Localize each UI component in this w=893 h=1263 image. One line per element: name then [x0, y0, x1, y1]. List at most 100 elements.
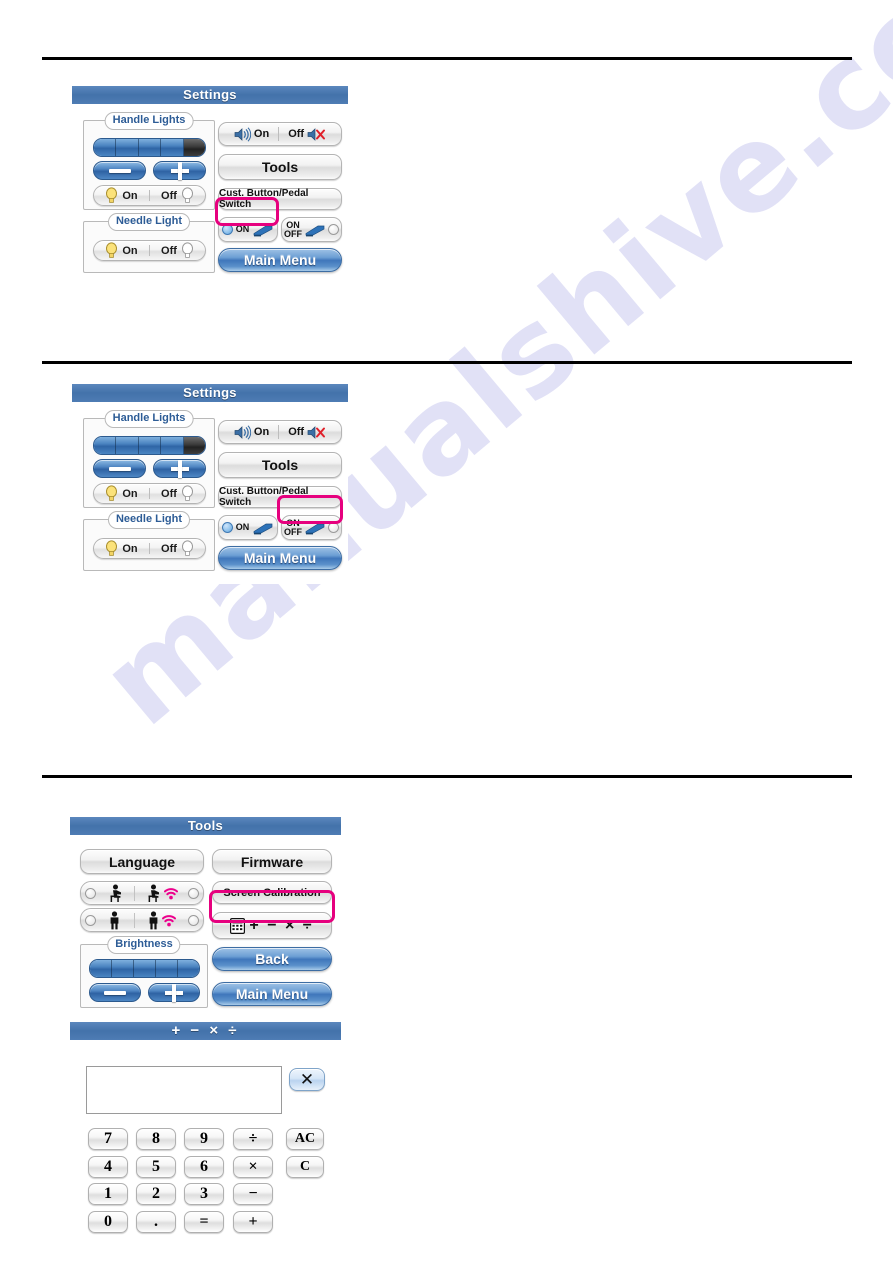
needle-light-on-label-1: On — [122, 244, 138, 257]
tools-main-menu-button[interactable]: Main Menu — [212, 982, 332, 1006]
posture-standing-row[interactable] — [80, 908, 204, 932]
key-equals[interactable]: = — [184, 1211, 224, 1233]
brightness-group: Brightness — [80, 936, 208, 1008]
sound-onoff-button-2[interactable]: On Off — [218, 420, 342, 444]
wireless-signal-icon — [164, 887, 179, 899]
needle-light-off-label-1: Off — [161, 244, 177, 257]
foot-pedal-icon — [253, 523, 273, 534]
bulb-off-icon — [181, 540, 193, 556]
key-multiply[interactable]: × — [233, 1156, 273, 1178]
handle-lights-on-half-1[interactable]: On — [94, 186, 149, 205]
needle-light-onoff-capsule-2[interactable]: On Off — [93, 538, 206, 559]
key-7[interactable]: 7 — [88, 1128, 128, 1150]
handle-lights-legend-2: Handle Lights — [104, 410, 194, 428]
key-2[interactable]: 2 — [136, 1183, 176, 1205]
calculator-screen: + − × ÷ ✕ 7 8 9 ÷ AC 4 5 6 × C 1 2 3 − 0 — [70, 1022, 341, 1233]
key-clear[interactable]: C — [286, 1156, 324, 1178]
pedal-on-toggle-2[interactable]: ON — [218, 515, 278, 540]
brightness-decrease-button[interactable] — [89, 983, 141, 1002]
needle-light-off-label-2: Off — [161, 542, 177, 555]
key-all-clear[interactable]: AC — [286, 1128, 324, 1150]
needle-light-off-half-2[interactable]: Off — [150, 539, 205, 558]
language-button[interactable]: Language — [80, 849, 204, 874]
level-segment — [94, 437, 117, 454]
handle-lights-increase-button-2[interactable] — [153, 459, 206, 478]
sound-on-label-2: On — [253, 426, 270, 438]
standing-person-icon — [110, 910, 119, 929]
key-divide[interactable]: ÷ — [233, 1128, 273, 1150]
settings-screen-2: Settings Handle Lights On Off Needle Lig… — [72, 384, 348, 584]
back-button[interactable]: Back — [212, 947, 332, 971]
key-8[interactable]: 8 — [136, 1128, 176, 1150]
minus-icon — [108, 466, 131, 471]
pedal-on-label-2: ON — [235, 522, 250, 532]
speaker-on-icon — [234, 424, 251, 440]
brightness-level-bar[interactable] — [89, 959, 200, 978]
handle-lights-off-half-1[interactable]: Off — [150, 186, 205, 205]
needle-light-legend-2: Needle Light — [107, 511, 191, 529]
key-subtract[interactable]: − — [233, 1183, 273, 1205]
handle-lights-level-bar-1[interactable] — [93, 138, 206, 157]
needle-light-off-half-1[interactable]: Off — [150, 241, 205, 260]
level-segment — [161, 139, 184, 156]
firmware-button[interactable]: Firmware — [212, 849, 332, 874]
level-segment — [138, 139, 162, 156]
sound-onoff-button-1[interactable]: On Off — [218, 122, 342, 146]
sound-off-label-1: Off — [288, 128, 305, 140]
key-0[interactable]: 0 — [88, 1211, 128, 1233]
bulb-off-icon — [181, 242, 193, 258]
calculator-display[interactable] — [86, 1066, 282, 1114]
seated-person-icon — [110, 884, 121, 902]
key-6[interactable]: 6 — [184, 1156, 224, 1178]
radio-unselected-icon — [188, 887, 199, 899]
pedal-onoff-toggle-1[interactable]: ON OFF — [281, 217, 342, 242]
brightness-increase-button[interactable] — [148, 983, 200, 1002]
level-segment — [161, 437, 184, 454]
handle-lights-onoff-capsule-2[interactable]: On Off — [93, 483, 206, 504]
handle-lights-group-1: Handle Lights On Off — [83, 112, 215, 210]
key-decimal[interactable]: . — [136, 1211, 176, 1233]
speaker-muted-icon — [307, 127, 326, 141]
radio-unselected-icon — [328, 224, 339, 235]
handle-lights-off-half-2[interactable]: Off — [150, 484, 205, 503]
needle-light-onoff-capsule-1[interactable]: On Off — [93, 240, 206, 261]
main-menu-button-2[interactable]: Main Menu — [218, 546, 342, 570]
key-3[interactable]: 3 — [184, 1183, 224, 1205]
key-1[interactable]: 1 — [88, 1183, 128, 1205]
plus-icon — [165, 983, 183, 1002]
handle-lights-on-half-2[interactable]: On — [94, 484, 149, 503]
handle-lights-level-bar-2[interactable] — [93, 436, 206, 455]
wireless-signal-icon — [161, 914, 176, 926]
tools-button-2[interactable]: Tools — [218, 452, 342, 478]
settings-screen-1: Settings Handle Lights On Off Needle Lig… — [72, 86, 348, 286]
handle-lights-increase-button-1[interactable] — [153, 161, 206, 180]
handle-lights-off-label-2: Off — [161, 487, 177, 500]
handle-lights-onoff-capsule-1[interactable]: On Off — [93, 185, 206, 206]
pedal-onoff-label-line2-2: OFF — [284, 526, 302, 537]
tools-button-1[interactable]: Tools — [218, 154, 342, 180]
section-divider-1 — [42, 57, 852, 60]
key-9[interactable]: 9 — [184, 1128, 224, 1150]
posture-seated-row[interactable] — [80, 881, 204, 905]
key-4[interactable]: 4 — [88, 1156, 128, 1178]
calculator-close-button[interactable]: ✕ — [289, 1068, 325, 1091]
level-segment — [94, 139, 117, 156]
radio-unselected-icon — [85, 887, 96, 899]
calculator-button-highlight — [209, 890, 335, 923]
seated-person-icon — [148, 884, 160, 902]
settings-1-titlebar: Settings — [72, 86, 348, 104]
needle-light-on-label-2: On — [122, 542, 138, 555]
needle-light-on-half-1[interactable]: On — [94, 241, 149, 260]
radio-unselected-icon — [188, 914, 199, 926]
level-segment — [156, 960, 178, 977]
main-menu-button-1[interactable]: Main Menu — [218, 248, 342, 272]
level-segment — [138, 437, 162, 454]
level-segment — [134, 960, 156, 977]
needle-light-on-half-2[interactable]: On — [94, 539, 149, 558]
handle-lights-decrease-button-2[interactable] — [93, 459, 146, 478]
handle-lights-decrease-button-1[interactable] — [93, 161, 146, 180]
button-divider — [278, 127, 280, 141]
key-add[interactable]: + — [233, 1211, 273, 1233]
bulb-off-icon — [181, 187, 193, 203]
key-5[interactable]: 5 — [136, 1156, 176, 1178]
